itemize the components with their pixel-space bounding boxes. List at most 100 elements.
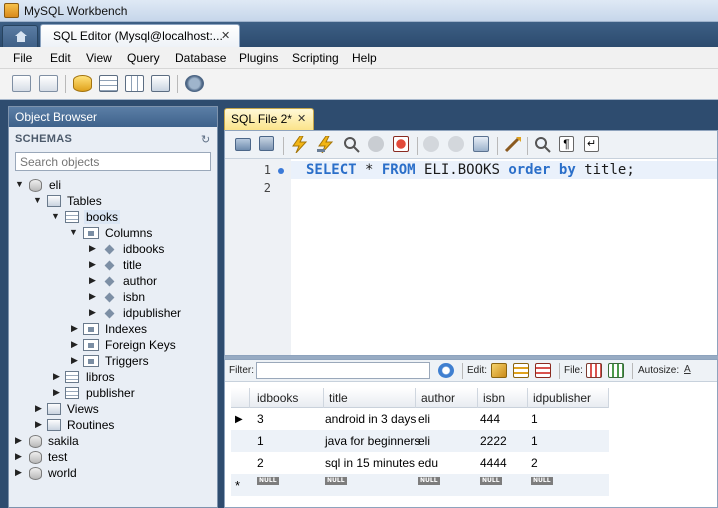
toggle-error-icon bbox=[393, 136, 409, 152]
tab-sql-editor-label: SQL Editor (Mysql@localhost:... bbox=[53, 29, 223, 43]
menu-file[interactable]: File bbox=[13, 51, 32, 65]
keyword-from: FROM bbox=[381, 162, 416, 178]
menu-view[interactable]: View bbox=[86, 51, 112, 65]
database-icon bbox=[29, 435, 42, 448]
import-icon[interactable] bbox=[608, 363, 624, 378]
find-button[interactable] bbox=[531, 134, 555, 156]
column-icon bbox=[104, 276, 115, 287]
execute-current-button[interactable] bbox=[314, 134, 338, 156]
export-icon[interactable] bbox=[586, 363, 602, 378]
refresh-schemas-icon[interactable]: ↻ bbox=[201, 133, 210, 146]
new-routine-button[interactable] bbox=[149, 73, 173, 95]
autocommit-button[interactable] bbox=[471, 134, 495, 156]
table-icon bbox=[65, 387, 79, 399]
table-row[interactable]: ▶ 3 android in 3 days eli 444 1 bbox=[231, 408, 609, 430]
open-sql-script-button[interactable] bbox=[37, 73, 61, 95]
close-tab-icon[interactable]: ✕ bbox=[221, 30, 230, 42]
expanded-arrow-icon[interactable]: ▼ bbox=[69, 227, 78, 237]
collapsed-arrow-icon[interactable]: ▶ bbox=[35, 403, 42, 414]
connection-tab-strip: SQL Editor (Mysql@localhost:... ✕ bbox=[0, 22, 718, 47]
code-line-2[interactable] bbox=[291, 179, 717, 197]
expanded-arrow-icon[interactable]: ▼ bbox=[33, 195, 42, 205]
home-tab[interactable] bbox=[2, 25, 38, 47]
collapsed-arrow-icon[interactable]: ▶ bbox=[89, 307, 96, 318]
column-header-author[interactable]: author bbox=[421, 391, 455, 405]
table-icon bbox=[65, 371, 79, 383]
new-table-button[interactable] bbox=[97, 73, 121, 95]
toggle-error-button[interactable] bbox=[391, 134, 415, 156]
code-line-1[interactable]: SELECT * FROM ELI.BOOKS order by title; bbox=[291, 161, 717, 179]
collapsed-arrow-icon[interactable]: ▶ bbox=[89, 291, 96, 302]
toolbar-separator bbox=[462, 363, 463, 379]
open-file-icon bbox=[235, 138, 251, 151]
explain-icon bbox=[344, 137, 360, 153]
tab-sql-editor[interactable]: SQL Editor (Mysql@localhost:... ✕ bbox=[40, 24, 240, 47]
sql-query-text[interactable]: SELECT * FROM ELI.BOOKS order by title; bbox=[306, 161, 635, 179]
autosize-icon[interactable]: A bbox=[684, 363, 696, 378]
search-objects-input[interactable] bbox=[15, 152, 211, 171]
close-sql-file-icon[interactable]: ✕ bbox=[297, 113, 306, 125]
table-row[interactable]: 1 java for beginners eli 2222 1 bbox=[231, 430, 609, 452]
toolbar-separator bbox=[497, 137, 498, 155]
refresh-results-icon[interactable] bbox=[438, 363, 454, 378]
explain-button[interactable] bbox=[340, 134, 364, 156]
filter-input[interactable] bbox=[256, 362, 430, 379]
column-header-idpublisher[interactable]: idpublisher bbox=[533, 391, 591, 405]
menu-bar: File Edit View Query Database Plugins Sc… bbox=[0, 47, 718, 69]
menu-plugins[interactable]: Plugins bbox=[239, 51, 278, 65]
rollback-button[interactable] bbox=[446, 134, 470, 156]
collapsed-arrow-icon[interactable]: ▶ bbox=[71, 323, 78, 334]
reconnect-icon bbox=[185, 75, 204, 92]
toolbar-separator bbox=[65, 75, 66, 93]
wrap-button[interactable]: ↵ bbox=[582, 134, 606, 156]
toolbar-separator bbox=[527, 137, 528, 155]
collapsed-arrow-icon[interactable]: ▶ bbox=[15, 467, 22, 478]
column-header-isbn[interactable]: isbn bbox=[483, 391, 505, 405]
menu-query[interactable]: Query bbox=[127, 51, 160, 65]
open-file-button[interactable] bbox=[233, 134, 257, 156]
collapsed-arrow-icon[interactable]: ▶ bbox=[89, 243, 96, 254]
sql-editor-panel: ¶ ↵ 1 2 SELECT * FROM ELI.BOOKS order by… bbox=[224, 130, 718, 356]
collapsed-arrow-icon[interactable]: ▶ bbox=[53, 371, 60, 382]
edit-current-row-icon[interactable] bbox=[491, 363, 507, 378]
execute-button[interactable] bbox=[288, 134, 312, 156]
insert-row-icon[interactable] bbox=[513, 363, 529, 378]
menu-scripting[interactable]: Scripting bbox=[292, 51, 339, 65]
commit-button[interactable] bbox=[421, 134, 445, 156]
collapsed-arrow-icon[interactable]: ▶ bbox=[71, 355, 78, 366]
null-badge: NULL bbox=[325, 477, 347, 485]
reconnect-button[interactable] bbox=[183, 73, 207, 95]
column-header-title[interactable]: title bbox=[329, 391, 348, 405]
column-header-idbooks[interactable]: idbooks bbox=[257, 391, 298, 405]
triggers-folder-icon bbox=[83, 355, 99, 367]
collapsed-arrow-icon[interactable]: ▶ bbox=[89, 259, 96, 270]
tab-sql-file-2[interactable]: SQL File 2* ✕ bbox=[224, 108, 314, 130]
stop-button[interactable] bbox=[366, 134, 390, 156]
menu-help[interactable]: Help bbox=[352, 51, 377, 65]
expanded-arrow-icon[interactable]: ▼ bbox=[51, 211, 60, 221]
new-schema-button[interactable] bbox=[71, 73, 95, 95]
collapsed-arrow-icon[interactable]: ▶ bbox=[71, 339, 78, 350]
delete-row-icon[interactable] bbox=[535, 363, 551, 378]
beautify-button[interactable] bbox=[501, 134, 525, 156]
expanded-arrow-icon[interactable]: ▼ bbox=[15, 179, 24, 189]
invisible-chars-button[interactable]: ¶ bbox=[557, 134, 581, 156]
keyword-by: by bbox=[558, 162, 576, 178]
save-button[interactable] bbox=[257, 134, 281, 156]
line-number: 1 bbox=[263, 163, 271, 177]
collapsed-arrow-icon[interactable]: ▶ bbox=[89, 275, 96, 286]
collapsed-arrow-icon[interactable]: ▶ bbox=[15, 435, 22, 446]
new-table-icon bbox=[99, 75, 118, 92]
new-row-placeholder[interactable]: * NULL NULL NULL NULL NULL bbox=[231, 474, 609, 496]
menu-edit[interactable]: Edit bbox=[50, 51, 71, 65]
menu-database[interactable]: Database bbox=[175, 51, 226, 65]
null-badge: NULL bbox=[480, 477, 502, 485]
wrap-icon: ↵ bbox=[584, 136, 599, 152]
new-view-button[interactable] bbox=[123, 73, 147, 95]
collapsed-arrow-icon[interactable]: ▶ bbox=[35, 419, 42, 430]
table-row[interactable]: 2 sql in 15 minutes edu 4444 2 bbox=[231, 452, 609, 474]
main-toolbar bbox=[0, 69, 718, 100]
collapsed-arrow-icon[interactable]: ▶ bbox=[53, 387, 60, 398]
new-sql-tab-button[interactable] bbox=[10, 73, 34, 95]
collapsed-arrow-icon[interactable]: ▶ bbox=[15, 451, 22, 462]
